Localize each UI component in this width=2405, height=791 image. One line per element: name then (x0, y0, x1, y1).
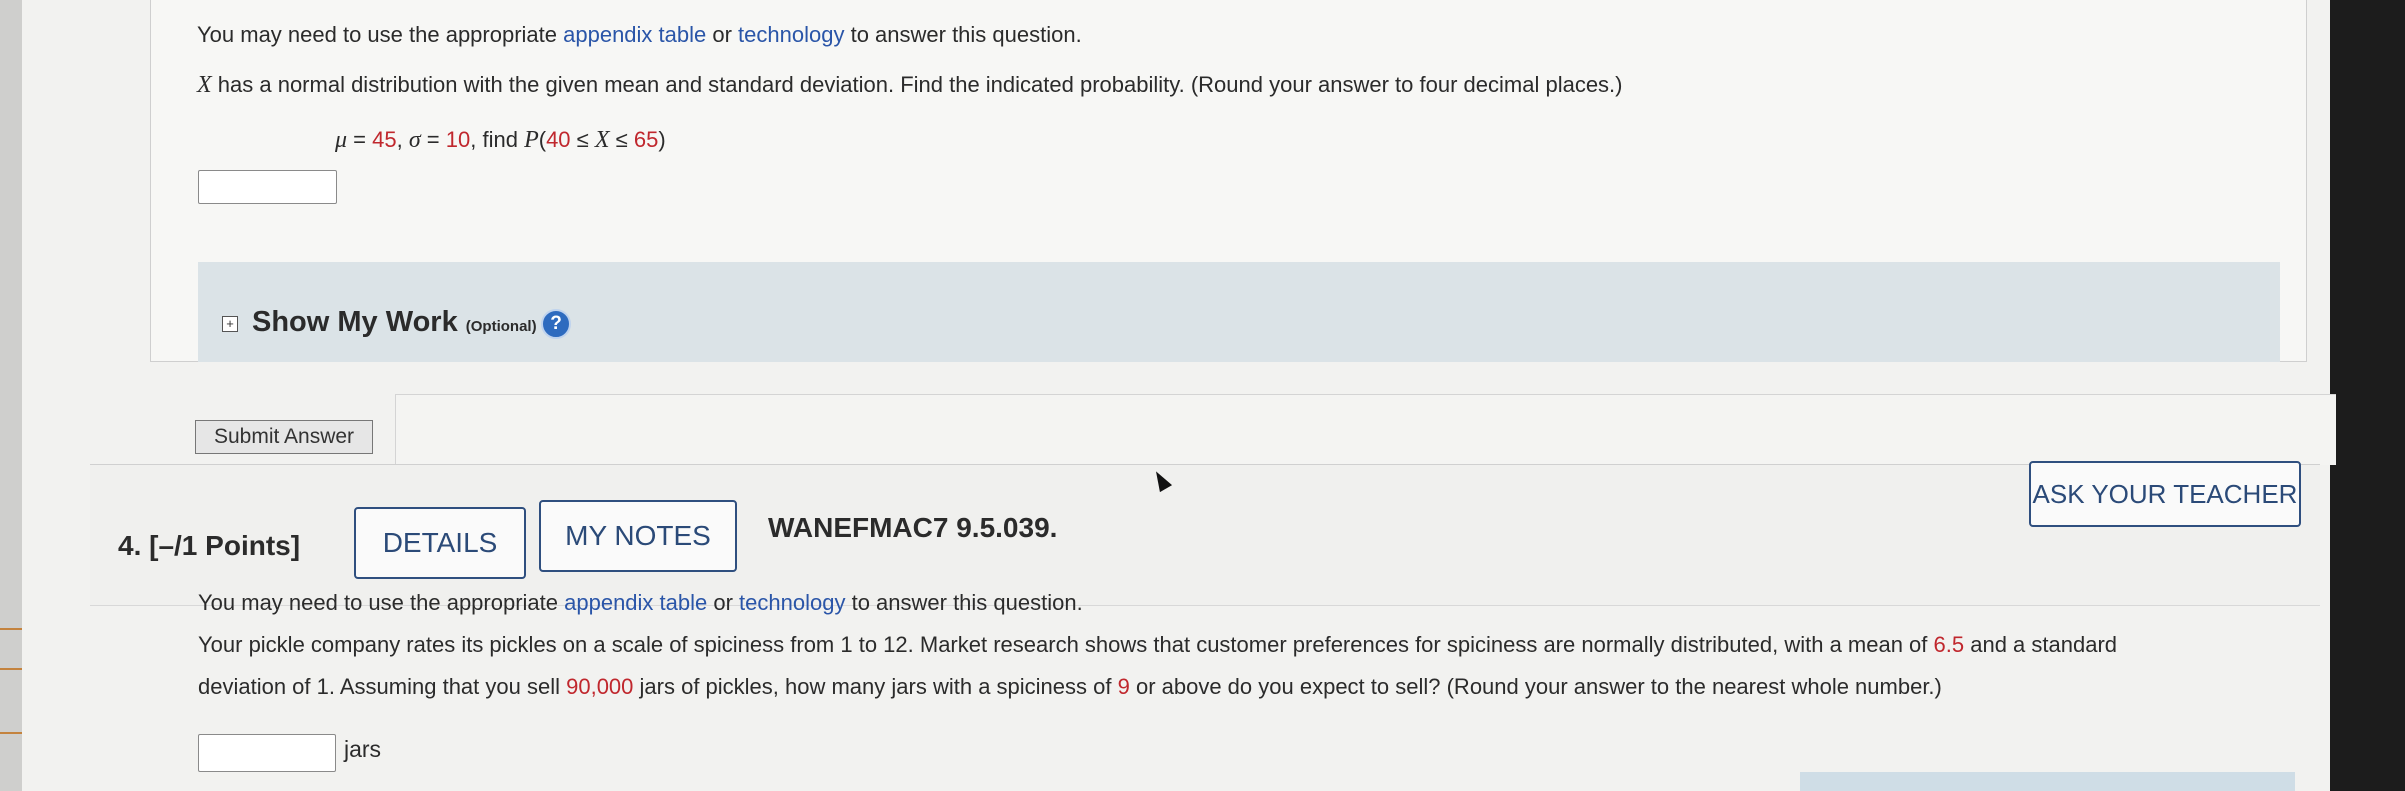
q3-problem-text: has a normal distribution with the given… (211, 72, 1623, 97)
q4-intro-or: or (707, 590, 740, 615)
q4-text: and a standard (1964, 632, 2118, 657)
q3-intro: You may need to use the appropriate appe… (197, 22, 1082, 48)
mu-equals: = (347, 127, 373, 152)
submit-answer-button[interactable]: Submit Answer (195, 420, 373, 454)
show-my-work-title[interactable]: Show My Work (Optional) (252, 306, 537, 339)
mu-value: 45 (372, 127, 397, 152)
q3-intro-or: or (706, 22, 739, 47)
q3-intro-text: You may need to use the appropriate (197, 22, 564, 47)
q3-intro-end: to answer this question. (844, 22, 1082, 47)
my-notes-button[interactable]: MY NOTES (539, 500, 737, 572)
appendix-table-link[interactable]: appendix table (564, 590, 707, 615)
edge-mark (0, 628, 22, 630)
prob-close: ) (658, 127, 666, 152)
mu-symbol: μ (335, 127, 348, 153)
right-edge (2330, 0, 2405, 791)
prob-le: ≤ (570, 127, 595, 152)
q4-problem-line1: Your pickle company rates its pickles on… (198, 632, 2117, 658)
ask-your-teacher-button[interactable]: ASK YOUR TEACHER (2029, 461, 2301, 527)
edge-mark (0, 668, 22, 670)
appendix-table-link[interactable]: appendix table (563, 22, 706, 47)
q3-answer-input[interactable] (198, 170, 337, 204)
q4-text: Your pickle company rates its pickles on… (198, 632, 1934, 657)
submit-area (395, 394, 2336, 465)
separator: , (396, 127, 409, 152)
q4-answer-input[interactable] (198, 734, 336, 772)
q4-intro: You may need to use the appropriate appe… (198, 590, 1083, 616)
q4-intro-text: You may need to use the appropriate (198, 590, 565, 615)
help-glyph: ? (550, 313, 562, 334)
technology-link[interactable]: technology (738, 22, 844, 47)
q4-problem-line2: deviation of 1. Assuming that you sell 9… (198, 674, 1942, 700)
q3-var: X (197, 72, 212, 98)
details-button[interactable]: DETAILS (354, 507, 526, 579)
q3-given: μ = 45, σ = 10, find P(40 ≤ X ≤ 65) (335, 127, 666, 154)
prob-low: 40 (546, 127, 571, 152)
q4-threshold: 9 (1117, 674, 1130, 699)
prob-le: ≤ (609, 127, 634, 152)
q4-text: jars of pickles, how many jars with a sp… (633, 674, 1118, 699)
sigma-value: 10 (445, 127, 471, 152)
sigma-symbol: σ (408, 127, 421, 153)
jars-unit: jars (344, 736, 382, 762)
sigma-equals: = (420, 127, 446, 152)
prob-x: X (594, 127, 610, 153)
optional-label: (Optional) (465, 318, 537, 335)
q4-text: deviation of 1. Assuming that you sell (198, 674, 567, 699)
next-section-bar (1800, 772, 2295, 791)
q4-jars-sold: 90,000 (566, 674, 634, 699)
technology-link[interactable]: technology (739, 590, 845, 615)
q4-mean: 6.5 (1933, 632, 1965, 657)
prob-open: ( (538, 127, 547, 152)
q4-text: or above do you expect to sell? (Round y… (1129, 674, 1942, 699)
find-text: , find (470, 127, 525, 152)
prob-high: 65 (633, 127, 659, 152)
q4-points: 4. [–/1 Points] (118, 530, 301, 561)
prob-p: P (524, 127, 539, 153)
plus-box-icon[interactable]: + (222, 316, 238, 332)
show-my-work-label: Show My Work (252, 306, 466, 338)
edge-mark (0, 732, 22, 734)
q4-intro-end: to answer this question. (845, 590, 1083, 615)
q3-problem: X has a normal distribution with the giv… (197, 72, 1623, 99)
problem-code: WANEFMAC7 9.5.039. (768, 512, 1058, 543)
left-edge (0, 0, 22, 791)
help-circle-icon[interactable]: ? (541, 309, 571, 339)
